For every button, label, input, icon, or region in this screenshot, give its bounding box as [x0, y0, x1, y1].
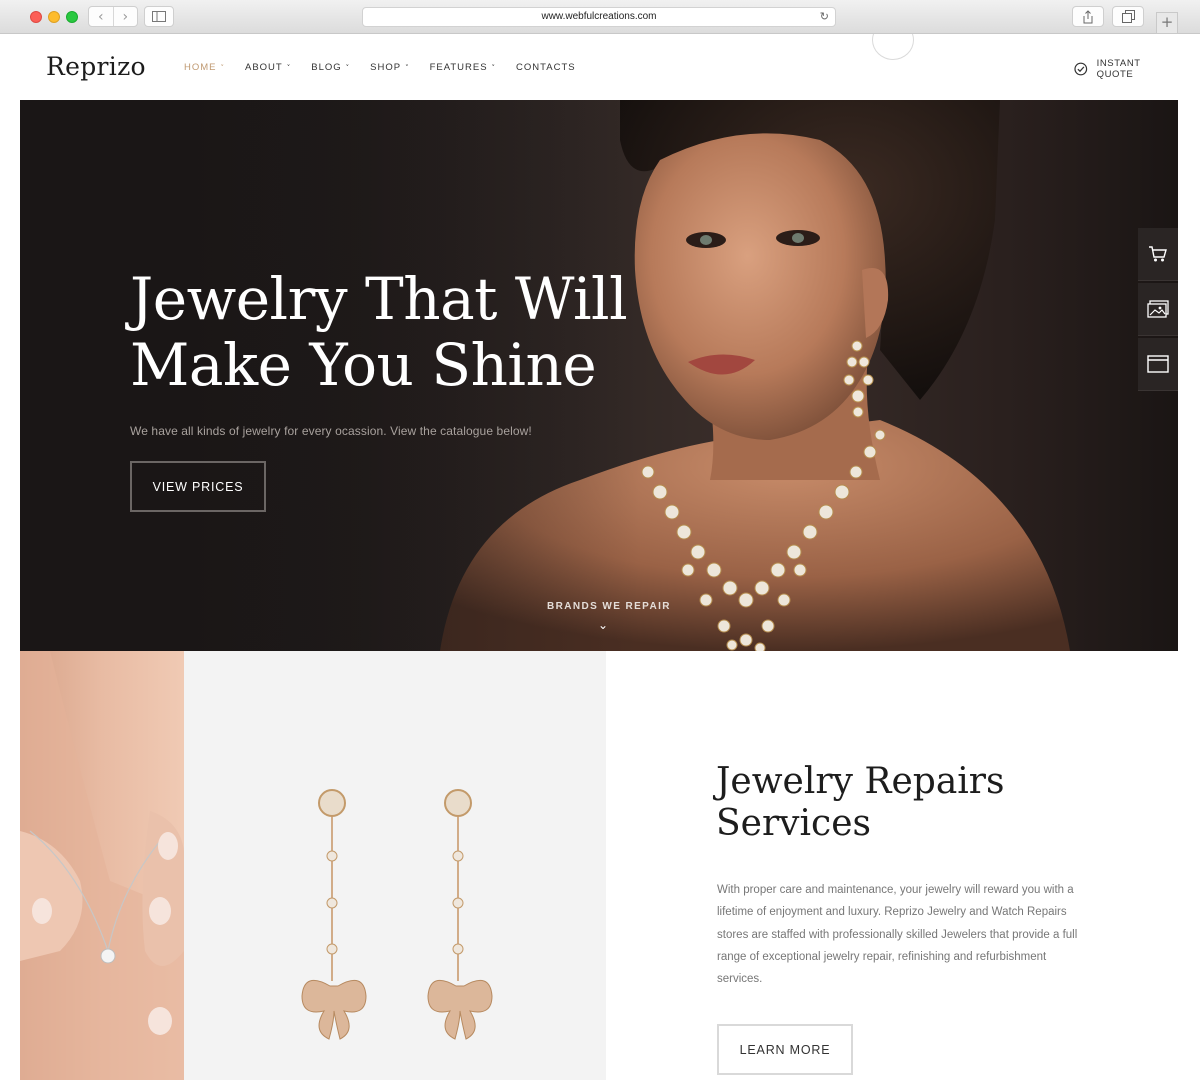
learn-more-button[interactable]: LEARN MORE — [717, 1024, 853, 1075]
address-bar[interactable]: www.webfulcreations.com ↻ — [362, 7, 836, 27]
menu-item-label: ABOUT — [245, 62, 283, 73]
chevron-down-icon: ˅ — [220, 63, 225, 72]
share-button[interactable] — [1072, 6, 1104, 27]
check-circle-icon — [1074, 62, 1088, 76]
browser-window-icon — [1147, 355, 1169, 373]
repairs-title-line-2: Services — [716, 803, 871, 844]
cursor-highlight — [872, 34, 914, 60]
chevron-down-icon: ˅ — [345, 63, 351, 72]
repairs-title-line-1: Jewelry Repairs — [716, 761, 1005, 802]
menu-item-shop[interactable]: SHOP ˅ — [370, 62, 409, 73]
instant-quote-link[interactable]: INSTANT QUOTE — [1074, 58, 1178, 80]
chevron-down-icon: ˅ — [491, 63, 497, 72]
menu-item-label: SHOP — [370, 62, 402, 73]
necklace-photo — [20, 651, 184, 1080]
menu-item-label: BLOG — [311, 62, 342, 73]
repairs-section: Jewelry Repairs Services With proper car… — [20, 651, 1178, 1080]
earrings-photo — [184, 651, 606, 1080]
hero-title: Jewelry That Will Make You Shine — [130, 266, 670, 398]
url-text: www.webfulcreations.com — [541, 11, 657, 22]
side-tool-gallery[interactable] — [1138, 283, 1178, 336]
menu-item-label: HOME — [184, 62, 217, 73]
forward-button[interactable]: › — [114, 7, 138, 26]
repairs-description: With proper care and maintenance, your j… — [717, 884, 1078, 986]
share-icon — [1083, 10, 1093, 24]
menu-item-about[interactable]: ABOUT ˅ — [245, 62, 291, 73]
sidebar-icon — [152, 11, 166, 22]
menu-item-home[interactable]: HOME ˅ — [184, 62, 225, 73]
hero-title-line-1: Jewelry That Will — [130, 265, 628, 333]
sidebar-toggle-button[interactable] — [144, 6, 174, 27]
hero-title-line-2: Make You Shine — [130, 331, 597, 399]
view-prices-button[interactable]: VIEW PRICES — [130, 461, 266, 512]
tabs-icon — [1122, 10, 1135, 23]
hero-subtitle: We have all kinds of jewelry for every o… — [130, 424, 532, 438]
main-menu: HOME ˅ ABOUT ˅ BLOG ˅ SHOP ˅ FEATURES ˅ CONTA… — [184, 62, 596, 73]
instant-quote-label: INSTANT QUOTE — [1096, 58, 1141, 80]
history-nav: ‹ › — [88, 6, 138, 27]
photo-icon — [1147, 300, 1169, 318]
web-page: Reprizo HOME ˅ ABOUT ˅ BLOG ˅ SHOP ˅ FEATURE… — [20, 34, 1178, 1080]
close-window-button[interactable] — [30, 11, 42, 23]
menu-item-features[interactable]: FEATURES ˅ — [430, 62, 496, 73]
side-tool-window[interactable] — [1138, 338, 1178, 391]
minimize-window-button[interactable] — [48, 11, 60, 23]
reload-icon[interactable]: ↻ — [820, 8, 829, 26]
cart-icon — [1149, 246, 1167, 262]
chevron-down-icon[interactable]: ⌄ — [598, 618, 608, 632]
back-button[interactable]: ‹ — [89, 7, 114, 26]
menu-item-contacts[interactable]: CONTACTS — [516, 62, 576, 73]
site-logo[interactable]: Reprizo — [46, 52, 146, 81]
site-header: Reprizo HOME ˅ ABOUT ˅ BLOG ˅ SHOP ˅ FEATURE… — [20, 34, 1178, 100]
show-tabs-button[interactable] — [1112, 6, 1144, 27]
menu-item-blog[interactable]: BLOG ˅ — [311, 62, 350, 73]
menu-item-label: FEATURES — [429, 62, 488, 73]
menu-item-label: CONTACTS — [516, 62, 576, 73]
hero-banner: Jewelry That Will Make You Shine We have… — [20, 100, 1178, 651]
maximize-window-button[interactable] — [66, 11, 78, 23]
repairs-title: Jewelry Repairs Services — [716, 761, 1076, 845]
browser-toolbar: ‹ › www.webfulcreations.com ↻ + — [0, 0, 1200, 34]
side-tool-cart[interactable] — [1138, 228, 1178, 281]
brands-we-repair-link[interactable]: BRANDS WE REPAIR — [547, 601, 671, 612]
new-tab-button[interactable]: + — [1156, 12, 1178, 34]
chevron-down-icon: ˅ — [286, 63, 292, 72]
chevron-down-icon: ˅ — [405, 63, 410, 72]
